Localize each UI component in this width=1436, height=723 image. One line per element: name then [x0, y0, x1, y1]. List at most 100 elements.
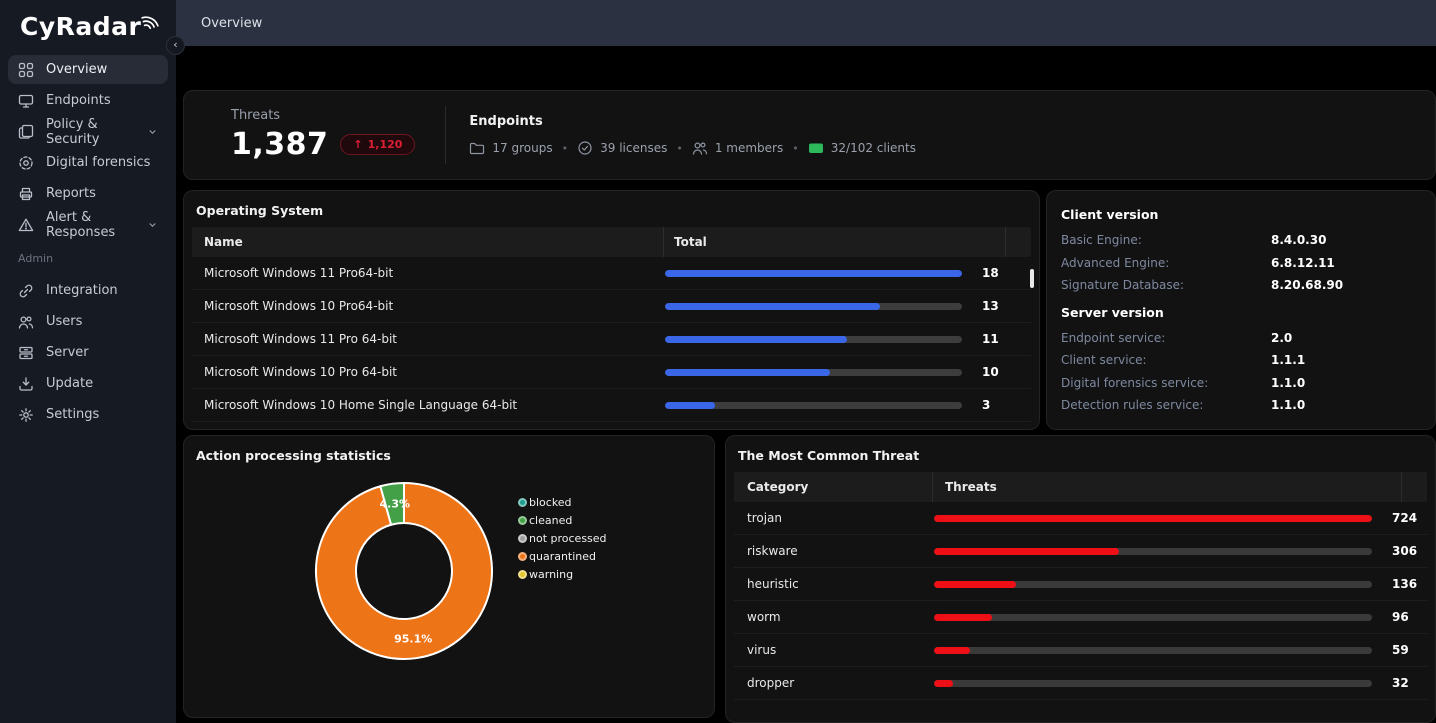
sidebar-item-users[interactable]: Users [8, 307, 168, 336]
sidebar-item-digital-forensics[interactable]: Digital forensics [8, 148, 168, 177]
threat-rows: trojan 724 riskware 306 heuristic 136 wo… [726, 502, 1435, 700]
threat-bar [934, 614, 1372, 621]
alert-icon [18, 217, 34, 233]
legend-label: blocked [529, 496, 572, 509]
sidebar-item-label: Digital forensics [46, 155, 150, 170]
legend-item-not-processed[interactable]: not processed [518, 529, 607, 547]
legend-item-quarantined[interactable]: quarantined [518, 547, 607, 565]
legend-marker [518, 534, 527, 543]
version-label: Client service: [1061, 353, 1271, 367]
clients-square-icon [808, 140, 824, 156]
legend-label: cleaned [529, 514, 572, 527]
table-row[interactable]: Microsoft Windows 11 Pro64-bit 18 [192, 257, 1031, 290]
forensics-icon [18, 155, 34, 171]
version-label: Signature Database: [1061, 278, 1271, 292]
os-table-header: Name Total [192, 227, 1031, 257]
summary-card: Threats 1,387 ↑ 1,120 Endpoints 17 group… [183, 90, 1436, 180]
version-value: 8.4.0.30 [1271, 233, 1326, 247]
operating-system-panel: Operating System Name Total Microsoft Wi… [183, 190, 1040, 430]
os-col-name: Name [192, 235, 663, 249]
chevron-down-icon [147, 126, 158, 137]
legend-label: warning [529, 568, 573, 581]
sidebar-item-alert-responses[interactable]: Alert & Responses [8, 210, 168, 239]
sidebar-item-update[interactable]: Update [8, 369, 168, 398]
table-row[interactable]: virus 59 [734, 634, 1427, 667]
legend-item-blocked[interactable]: blocked [518, 493, 607, 511]
table-row[interactable]: trojan 724 [734, 502, 1427, 535]
os-col-total: Total [663, 227, 1005, 257]
sidebar-item-label: Integration [46, 283, 118, 298]
sidebar-item-server[interactable]: Server [8, 338, 168, 367]
version-value: 2.0 [1271, 331, 1292, 345]
sidebar-menu: Overview Endpoints Policy & Security Dig… [0, 55, 176, 239]
endpoints-stats: 17 groups • 39 licenses • 1 members • 32… [469, 140, 916, 156]
sidebar-item-settings[interactable]: Settings [8, 400, 168, 429]
chart-legend: blocked cleaned not processed quarantine… [518, 493, 607, 583]
threat-table-header: Category Threats [734, 472, 1427, 502]
topbar: Overview [176, 0, 1436, 46]
sidebar-item-overview[interactable]: Overview [8, 55, 168, 84]
threat-bar [934, 647, 1372, 654]
os-total: 18 [982, 266, 999, 280]
version-row: Endpoint service: 2.0 [1061, 327, 1421, 350]
threat-col-category: Category [734, 480, 932, 494]
threat-category: trojan [734, 511, 932, 525]
version-value: 1.1.0 [1271, 376, 1305, 390]
os-bar [665, 270, 962, 277]
legend-marker [518, 570, 527, 579]
version-row: Detection rules service: 1.1.0 [1061, 394, 1421, 417]
table-row[interactable]: dropper 32 [734, 667, 1427, 700]
threats-value: 1,387 [231, 127, 328, 162]
dot-separator: • [676, 142, 683, 155]
os-bar [665, 402, 962, 409]
legend-label: not processed [529, 532, 607, 545]
os-panel-title: Operating System [184, 191, 1039, 227]
os-total: 10 [982, 365, 999, 379]
endpoints-block: Endpoints 17 groups • 39 licenses • 1 me… [446, 114, 916, 156]
legend-marker [518, 516, 527, 525]
app-root: CyRadar Overview Endpoints Policy & Secu… [0, 0, 1436, 723]
members-icon [692, 140, 708, 156]
update-icon [18, 376, 34, 392]
os-name: Microsoft Windows 11 Pro64-bit [192, 266, 663, 280]
legend-item-cleaned[interactable]: cleaned [518, 511, 607, 529]
threat-category: dropper [734, 676, 932, 690]
legend-marker [518, 552, 527, 561]
logo-text: CyRadar [20, 12, 141, 41]
os-name: Microsoft Windows 10 Pro64-bit [192, 299, 663, 313]
main-area: ‹ Overview Threats 1,387 ↑ 1,120 [176, 0, 1436, 723]
sidebar-collapse-button[interactable]: ‹ [166, 36, 185, 55]
dot-separator: • [792, 142, 799, 155]
admin-section-label: Admin [0, 241, 176, 268]
table-row[interactable]: heuristic 136 [734, 568, 1427, 601]
table-row[interactable]: Microsoft Windows 11 Pro 64-bit 11 [192, 323, 1031, 356]
os-total: 11 [982, 332, 999, 346]
version-label: Detection rules service: [1061, 398, 1271, 412]
threat-category: heuristic [734, 577, 932, 591]
sidebar-item-policy-security[interactable]: Policy & Security [8, 117, 168, 146]
sidebar-item-reports[interactable]: Reports [8, 179, 168, 208]
table-row[interactable]: Microsoft Windows 10 Home Single Languag… [192, 389, 1031, 422]
endpoint-stat-1-members: 1 members [692, 140, 783, 156]
os-scrollbar[interactable] [1030, 269, 1034, 288]
table-row[interactable]: worm 96 [734, 601, 1427, 634]
legend-item-warning[interactable]: warning [518, 565, 607, 583]
donut-chart[interactable]: 95.1%4.3% [184, 436, 715, 718]
os-col-stub [1005, 227, 1031, 257]
sidebar-item-integration[interactable]: Integration [8, 276, 168, 305]
sidebar-item-endpoints[interactable]: Endpoints [8, 86, 168, 115]
dot-separator: • [562, 142, 569, 155]
os-name: Microsoft Windows 11 Pro 64-bit [192, 332, 663, 346]
threats-badge: ↑ 1,120 [340, 134, 415, 155]
sidebar-item-label: Alert & Responses [46, 210, 147, 240]
table-row[interactable]: riskware 306 [734, 535, 1427, 568]
sidebar-item-label: Server [46, 345, 89, 360]
content: Threats 1,387 ↑ 1,120 Endpoints 17 group… [176, 46, 1436, 723]
client-version-title: Client version [1061, 207, 1421, 222]
sidebar-item-label: Reports [46, 186, 96, 201]
table-row[interactable]: Microsoft Windows 10 Pro 64-bit 10 [192, 356, 1031, 389]
threat-panel-title: The Most Common Threat [726, 436, 1435, 472]
stat-text: 32/102 clients [831, 141, 916, 155]
table-row[interactable]: Microsoft Windows 10 Pro64-bit 13 [192, 290, 1031, 323]
endpoint-stat-32-102-clients: 32/102 clients [808, 140, 916, 156]
